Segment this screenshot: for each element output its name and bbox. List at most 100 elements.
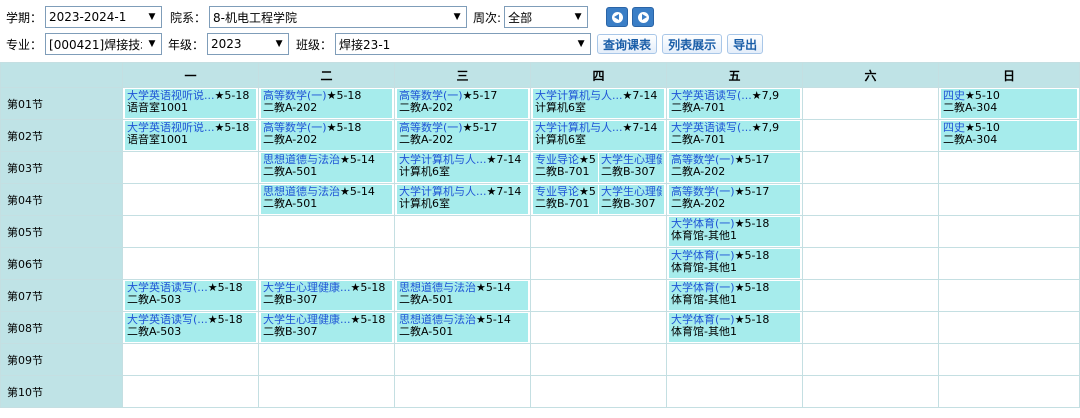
course-block[interactable]: 大学英语视听说...★5-18 语音室1001 <box>125 121 256 150</box>
schedule-cell[interactable] <box>258 247 395 280</box>
course-block[interactable]: 高等数学(一)★5-17 二教A-202 <box>669 153 800 182</box>
course-block[interactable]: 大学体育(一)★5-18 体育馆-其他1 <box>669 313 800 342</box>
schedule-cell[interactable]: 大学体育(一)★5-18 体育馆-其他1 <box>666 247 803 280</box>
schedule-cell[interactable] <box>938 343 1080 376</box>
schedule-cell[interactable] <box>122 343 259 376</box>
schedule-cell[interactable] <box>122 247 259 280</box>
schedule-cell[interactable]: 大学生心理健康...★5-18 二教B-307 <box>258 279 395 312</box>
schedule-cell[interactable] <box>938 151 1080 184</box>
schedule-cell[interactable] <box>802 247 939 280</box>
course-block[interactable]: 高等数学(一)★5-17 二教A-202 <box>397 121 528 150</box>
schedule-cell[interactable]: 思想道德与法治★5-14 二教A-501 <box>258 183 395 216</box>
class-select[interactable]: 焊接23-1 ▼ <box>335 33 592 55</box>
schedule-cell[interactable]: 专业导论★5 二教B-701 大学生心理健 二教B-307 <box>530 151 667 184</box>
schedule-cell[interactable] <box>938 247 1080 280</box>
schedule-cell[interactable] <box>938 311 1080 344</box>
schedule-cell[interactable] <box>938 183 1080 216</box>
schedule-cell[interactable] <box>802 311 939 344</box>
schedule-cell[interactable] <box>802 279 939 312</box>
schedule-cell[interactable]: 大学计算机与人...★7-14 计算机6室 <box>394 183 531 216</box>
schedule-cell[interactable]: 大学计算机与人...★7-14 计算机6室 <box>530 119 667 152</box>
course-block[interactable]: 高等数学(一)★5-17 二教A-202 <box>397 89 528 118</box>
schedule-cell[interactable] <box>938 375 1080 408</box>
course-block[interactable]: 高等数学(一)★5-18 二教A-202 <box>261 121 392 150</box>
course-block[interactable]: 思想道德与法治★5-14 二教A-501 <box>397 313 528 342</box>
schedule-cell[interactable]: 高等数学(一)★5-17 二教A-202 <box>666 183 803 216</box>
schedule-cell[interactable]: 大学英语视听说...★5-18 语音室1001 <box>122 119 259 152</box>
schedule-cell[interactable] <box>530 215 667 248</box>
schedule-cell[interactable]: 大学英语读写(...★5-18 二教A-503 <box>122 279 259 312</box>
schedule-cell[interactable] <box>122 215 259 248</box>
schedule-cell[interactable]: 高等数学(一)★5-17 二教A-202 <box>394 87 531 120</box>
schedule-cell[interactable] <box>802 183 939 216</box>
schedule-cell[interactable]: 四史★5-10 二教A-304 <box>938 119 1080 152</box>
course-block[interactable]: 大学英语读写(...★7,9 二教A-701 <box>669 121 800 150</box>
schedule-cell[interactable] <box>666 343 803 376</box>
course-block[interactable]: 大学生心理健康...★5-18 二教B-307 <box>261 313 392 342</box>
schedule-cell[interactable] <box>258 343 395 376</box>
schedule-cell[interactable]: 高等数学(一)★5-18 二教A-202 <box>258 87 395 120</box>
schedule-cell[interactable] <box>530 375 667 408</box>
course-block[interactable]: 大学生心理健 二教B-307 <box>599 153 664 182</box>
schedule-cell[interactable] <box>394 343 531 376</box>
schedule-cell[interactable] <box>394 375 531 408</box>
schedule-cell[interactable] <box>122 183 259 216</box>
schedule-cell[interactable] <box>802 87 939 120</box>
grade-select[interactable]: 2023 ▼ <box>207 33 290 55</box>
schedule-cell[interactable] <box>258 375 395 408</box>
schedule-cell[interactable] <box>394 215 531 248</box>
schedule-cell[interactable] <box>802 215 939 248</box>
course-block[interactable]: 大学英语读写(...★5-18 二教A-503 <box>125 313 256 342</box>
course-block[interactable]: 大学体育(一)★5-18 体育馆-其他1 <box>669 249 800 278</box>
course-block[interactable]: 大学计算机与人...★7-14 计算机6室 <box>397 185 528 214</box>
export-button[interactable]: 导出 <box>727 34 764 54</box>
dept-select[interactable]: 8-机电工程学院 ▼ <box>209 6 468 28</box>
schedule-cell[interactable] <box>530 247 667 280</box>
schedule-cell[interactable]: 大学体育(一)★5-18 体育馆-其他1 <box>666 279 803 312</box>
schedule-cell[interactable] <box>666 375 803 408</box>
course-block[interactable]: 高等数学(一)★5-18 二教A-202 <box>261 89 392 118</box>
schedule-cell[interactable] <box>530 311 667 344</box>
course-block[interactable]: 大学英语读写(...★5-18 二教A-503 <box>125 281 256 310</box>
course-block[interactable]: 大学体育(一)★5-18 体育馆-其他1 <box>669 217 800 246</box>
course-block[interactable]: 专业导论★5 二教B-701 <box>533 153 598 182</box>
schedule-cell[interactable] <box>938 279 1080 312</box>
schedule-cell[interactable]: 思想道德与法治★5-14 二教A-501 <box>394 311 531 344</box>
schedule-cell[interactable]: 大学计算机与人...★7-14 计算机6室 <box>530 87 667 120</box>
schedule-cell[interactable]: 大学体育(一)★5-18 体育馆-其他1 <box>666 311 803 344</box>
schedule-cell[interactable] <box>802 151 939 184</box>
next-week-button[interactable] <box>632 7 655 27</box>
schedule-cell[interactable] <box>122 151 259 184</box>
course-block[interactable]: 专业导论★5 二教B-701 <box>533 185 598 214</box>
schedule-cell[interactable] <box>122 375 259 408</box>
schedule-cell[interactable] <box>802 375 939 408</box>
schedule-cell[interactable]: 大学生心理健康...★5-18 二教B-307 <box>258 311 395 344</box>
schedule-cell[interactable] <box>258 215 395 248</box>
schedule-cell[interactable]: 思想道德与法治★5-14 二教A-501 <box>258 151 395 184</box>
course-block[interactable]: 大学计算机与人...★7-14 计算机6室 <box>397 153 528 182</box>
week-select[interactable]: 全部 ▼ <box>504 6 589 28</box>
schedule-cell[interactable]: 大学英语读写(...★7,9 二教A-701 <box>666 119 803 152</box>
course-block[interactable]: 高等数学(一)★5-17 二教A-202 <box>669 185 800 214</box>
schedule-cell[interactable] <box>938 215 1080 248</box>
course-block[interactable]: 思想道德与法治★5-14 二教A-501 <box>261 153 392 182</box>
schedule-cell[interactable]: 专业导论★5 二教B-701 大学生心理健 二教B-307 <box>530 183 667 216</box>
schedule-cell[interactable]: 大学英语读写(...★5-18 二教A-503 <box>122 311 259 344</box>
schedule-cell[interactable]: 大学英语视听说...★5-18 语音室1001 <box>122 87 259 120</box>
course-block[interactable]: 大学英语视听说...★5-18 语音室1001 <box>125 89 256 118</box>
prev-week-button[interactable] <box>606 7 629 27</box>
schedule-cell[interactable]: 高等数学(一)★5-17 二教A-202 <box>394 119 531 152</box>
schedule-cell[interactable] <box>530 343 667 376</box>
query-schedule-button[interactable]: 查询课表 <box>597 34 658 54</box>
course-block[interactable]: 大学生心理健康...★5-18 二教B-307 <box>261 281 392 310</box>
course-block[interactable]: 大学计算机与人...★7-14 计算机6室 <box>533 121 664 150</box>
schedule-cell[interactable] <box>530 279 667 312</box>
course-block[interactable]: 思想道德与法治★5-14 二教A-501 <box>261 185 392 214</box>
schedule-cell[interactable] <box>802 343 939 376</box>
schedule-cell[interactable]: 高等数学(一)★5-17 二教A-202 <box>666 151 803 184</box>
course-block[interactable]: 大学生心理健 二教B-307 <box>599 185 664 214</box>
course-block[interactable]: 大学体育(一)★5-18 体育馆-其他1 <box>669 281 800 310</box>
schedule-cell[interactable] <box>802 119 939 152</box>
course-block[interactable]: 四史★5-10 二教A-304 <box>941 89 1077 118</box>
course-block[interactable]: 大学计算机与人...★7-14 计算机6室 <box>533 89 664 118</box>
